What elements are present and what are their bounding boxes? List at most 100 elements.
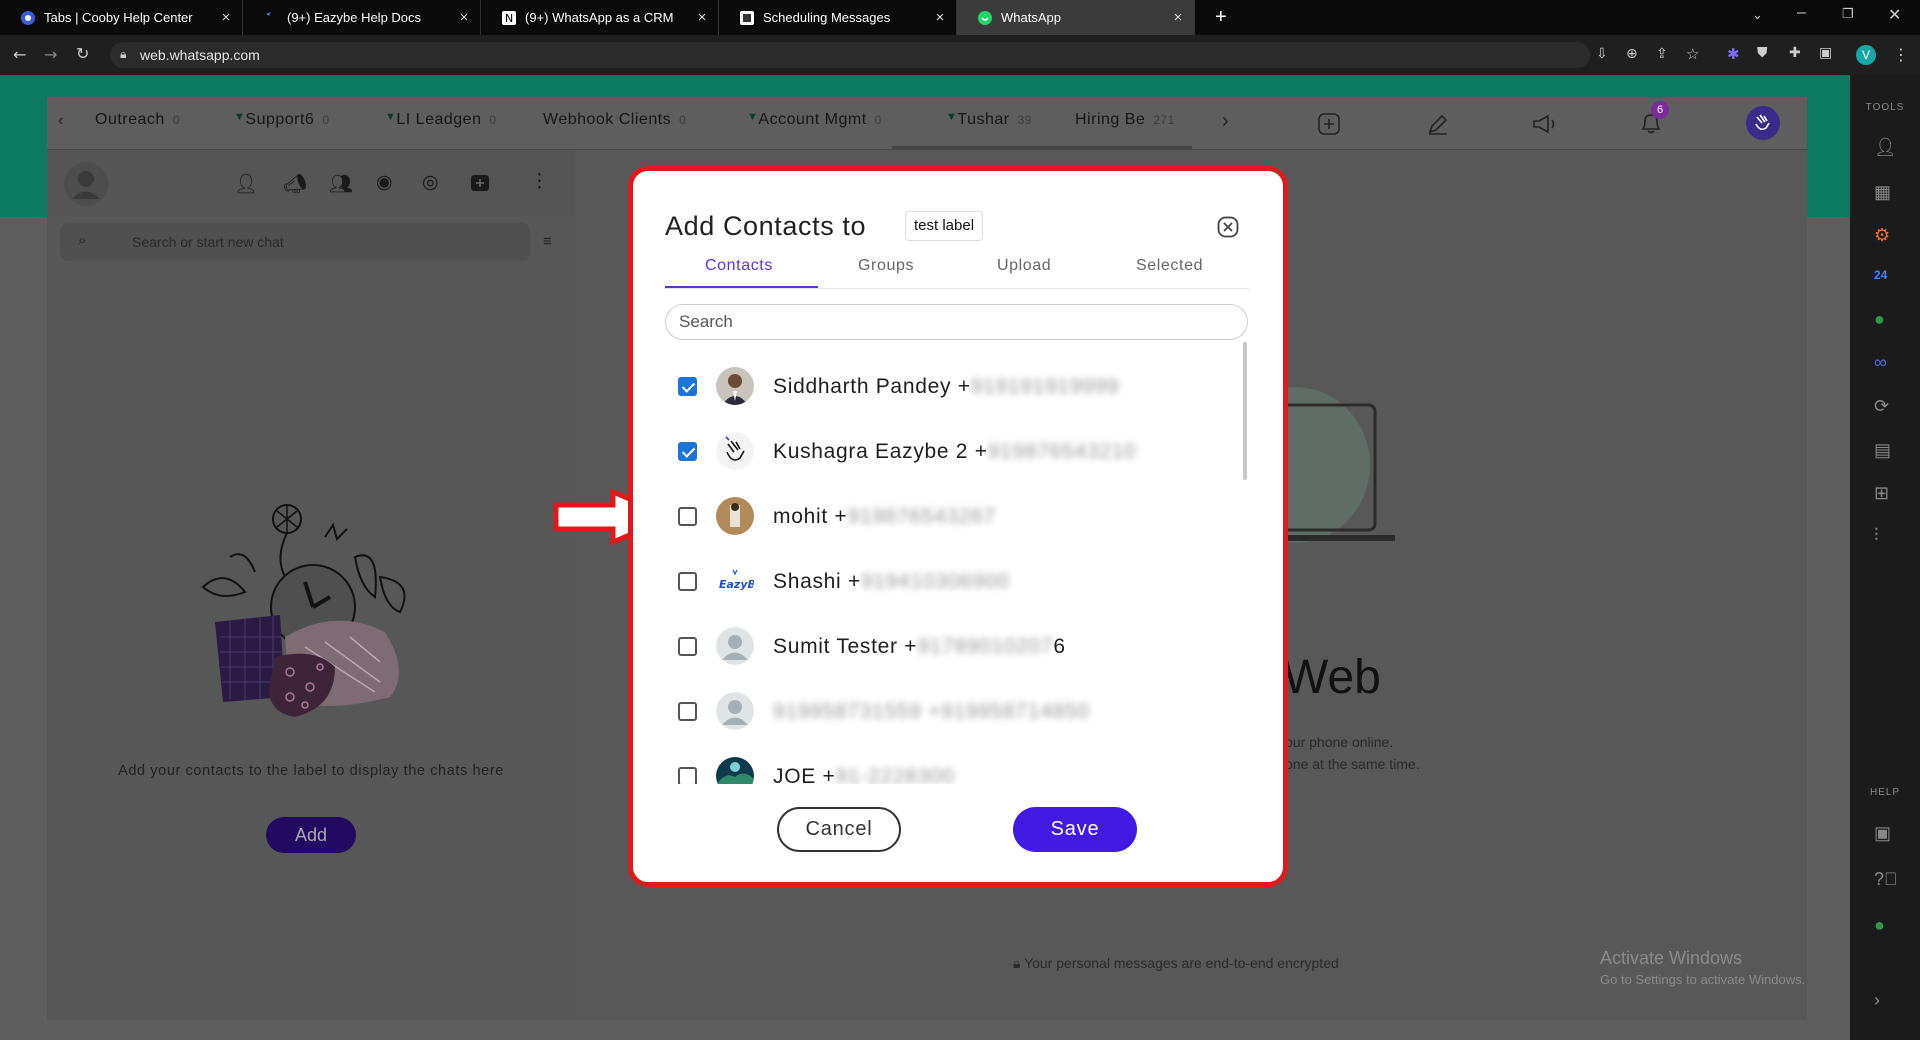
zoho-tool-icon[interactable]: 24: [1874, 268, 1896, 290]
add-label-icon[interactable]: [1317, 112, 1341, 136]
contact-name: Shashi +919410306900: [773, 570, 1010, 593]
new-chat-icon[interactable]: [469, 172, 491, 194]
sync-tool-icon[interactable]: ⟳: [1874, 396, 1896, 418]
apps-tool-icon[interactable]: ⊞: [1874, 483, 1896, 505]
empty-label-illustration-icon: [201, 504, 406, 717]
add-contact-icon[interactable]: 👤︎: [234, 172, 258, 196]
tools-title: TOOLS: [1865, 102, 1905, 113]
channels-icon[interactable]: ◎: [422, 171, 439, 194]
shield-extension-icon[interactable]: ⛊: [1757, 45, 1768, 61]
label-tab-account-mgmt[interactable]: ▼Account Mgmt 0: [747, 111, 882, 129]
save-button[interactable]: Save: [1013, 807, 1137, 852]
bookmark-star-icon[interactable]: ☆: [1686, 45, 1699, 63]
restore-icon[interactable]: ❐: [1842, 6, 1854, 22]
megaphone-icon[interactable]: 📣︎: [283, 172, 307, 196]
browser-tab-active[interactable]: WhatsApp ×: [957, 0, 1195, 35]
forward-icon[interactable]: →: [44, 45, 57, 64]
sidebar-expand-icon[interactable]: ›: [1874, 990, 1896, 1012]
close-tab-icon[interactable]: ×: [694, 9, 710, 26]
extension-gear-icon[interactable]: ✱: [1727, 45, 1740, 63]
report-tool-icon[interactable]: ▤: [1874, 440, 1896, 462]
tab-upload[interactable]: Upload: [997, 257, 1051, 275]
contact-row[interactable]: 919958731559 +919958714850: [665, 679, 1245, 743]
svg-text:EazyBe: EazyBe: [719, 578, 754, 591]
close-tab-icon[interactable]: ×: [932, 9, 948, 26]
contact-checkbox[interactable]: [678, 767, 697, 784]
active-tab-underline: [665, 286, 818, 288]
filter-chats-icon[interactable]: ≡: [543, 233, 552, 250]
browser-menu-icon[interactable]: ⋮: [1893, 45, 1909, 64]
cooby-favicon-icon: [20, 10, 36, 26]
scheduling-favicon-icon: [739, 10, 755, 26]
menu-icon[interactable]: ⋮: [530, 170, 549, 193]
contact-row[interactable]: JOE +91-2228300: [665, 744, 1245, 784]
minimize-icon[interactable]: –: [1797, 4, 1806, 22]
address-bar[interactable]: 🔒︎ web.whatsapp.com: [110, 42, 1590, 68]
close-tab-icon[interactable]: ×: [1170, 9, 1186, 26]
hubspot-tool-icon[interactable]: ⚙︎: [1874, 225, 1896, 247]
tab-selected[interactable]: Selected: [1136, 257, 1203, 275]
window-close-icon[interactable]: ✕: [1888, 5, 1901, 25]
contact-checkbox[interactable]: [678, 637, 697, 656]
browser-tab[interactable]: Tabs | Cooby Help Center ×: [0, 0, 243, 35]
label-tab-webhook-clients[interactable]: Webhook Clients 0: [543, 111, 686, 129]
user-avatar-icon[interactable]: [64, 162, 108, 206]
eazybe-logo-icon[interactable]: [1746, 106, 1780, 140]
question-help-icon[interactable]: ?⃝: [1874, 869, 1898, 891]
tab-groups[interactable]: Groups: [858, 257, 914, 275]
contact-checkbox[interactable]: [678, 572, 697, 591]
contact-row[interactable]: EazyBe Shashi +919410306900: [665, 549, 1245, 613]
broadcast-icon[interactable]: [1531, 112, 1559, 136]
contact-row[interactable]: Sumit Tester +917890102076: [665, 614, 1245, 678]
share-icon[interactable]: ⇪: [1656, 46, 1668, 62]
new-tab-icon[interactable]: +: [1215, 6, 1227, 29]
label-tab-outreach[interactable]: Outreach 0: [95, 111, 180, 129]
profile-avatar[interactable]: V: [1856, 45, 1876, 65]
labels-scroll-right-icon[interactable]: ›: [1222, 110, 1229, 133]
label-tab-li-leadgen[interactable]: ▼LI Leadgen 0: [385, 111, 497, 129]
contact-row[interactable]: Kushagra Eazybe 2 +919876543210: [665, 419, 1245, 483]
contact-row[interactable]: Siddharth Pandey +919191919999: [665, 354, 1245, 418]
contact-checkbox[interactable]: [678, 702, 697, 721]
browser-tab[interactable]: Scheduling Messages ×: [719, 0, 957, 35]
cancel-button[interactable]: Cancel: [777, 807, 901, 852]
contact-row[interactable]: mohit +919876543267: [665, 484, 1245, 548]
tab-search-icon[interactable]: ⌄: [1752, 7, 1763, 23]
link-tool-icon[interactable]: ∞: [1874, 352, 1896, 374]
tab-contacts[interactable]: Contacts: [705, 257, 773, 275]
contact-checkbox[interactable]: [678, 377, 697, 396]
chat-search-input[interactable]: ⌕ Search or start new chat: [60, 223, 530, 261]
whatsapp-support-icon[interactable]: ●: [1874, 915, 1896, 937]
eazybe-favicon-icon: [263, 10, 279, 26]
close-tab-icon[interactable]: ×: [456, 9, 472, 26]
settings-sliders-icon[interactable]: ⫶: [1874, 525, 1896, 547]
contact-checkbox[interactable]: [678, 507, 697, 526]
status-icon[interactable]: ◉: [376, 171, 393, 194]
label-tab-hiring[interactable]: Hiring Be 271: [1075, 111, 1175, 129]
browser-tab[interactable]: (9+) Eazybe Help Docs ×: [243, 0, 481, 35]
reload-icon[interactable]: ↻: [76, 44, 89, 63]
contact-search-input[interactable]: Search: [665, 304, 1248, 340]
label-tab-tushar[interactable]: ▼Tushar 39: [946, 111, 1032, 129]
contact-checkbox[interactable]: [678, 442, 697, 461]
calendar-tool-icon[interactable]: ▦: [1874, 182, 1896, 204]
encryption-notice: 🔒︎ Your personal messages are end-to-end…: [1013, 955, 1339, 971]
add-contacts-button[interactable]: Add: [266, 817, 356, 853]
sidepanel-icon[interactable]: ▣: [1819, 45, 1832, 61]
install-app-icon[interactable]: ⇩: [1596, 46, 1608, 62]
label-tab-support6[interactable]: ▼Support6 0: [234, 111, 330, 129]
labels-scroll-left-icon[interactable]: ‹: [58, 112, 63, 130]
communities-icon[interactable]: 👥︎: [329, 172, 353, 196]
freshworks-tool-icon[interactable]: ●: [1874, 309, 1896, 331]
puzzle-extensions-icon[interactable]: ✚: [1789, 45, 1801, 61]
close-modal-icon[interactable]: [1217, 216, 1239, 238]
edit-label-icon[interactable]: [1426, 112, 1450, 136]
browser-tab[interactable]: N (9+) WhatsApp as a CRM ×: [481, 0, 719, 35]
contact-tool-icon[interactable]: 👤︎: [1874, 137, 1897, 159]
zoom-icon[interactable]: ⊕: [1626, 46, 1638, 62]
close-tab-icon[interactable]: ×: [218, 9, 234, 26]
lock-icon: 🔒︎: [120, 47, 127, 61]
video-help-icon[interactable]: ▣: [1874, 823, 1896, 845]
back-icon[interactable]: ←: [13, 45, 26, 64]
contact-name: Sumit Tester +917890102076: [773, 635, 1066, 658]
